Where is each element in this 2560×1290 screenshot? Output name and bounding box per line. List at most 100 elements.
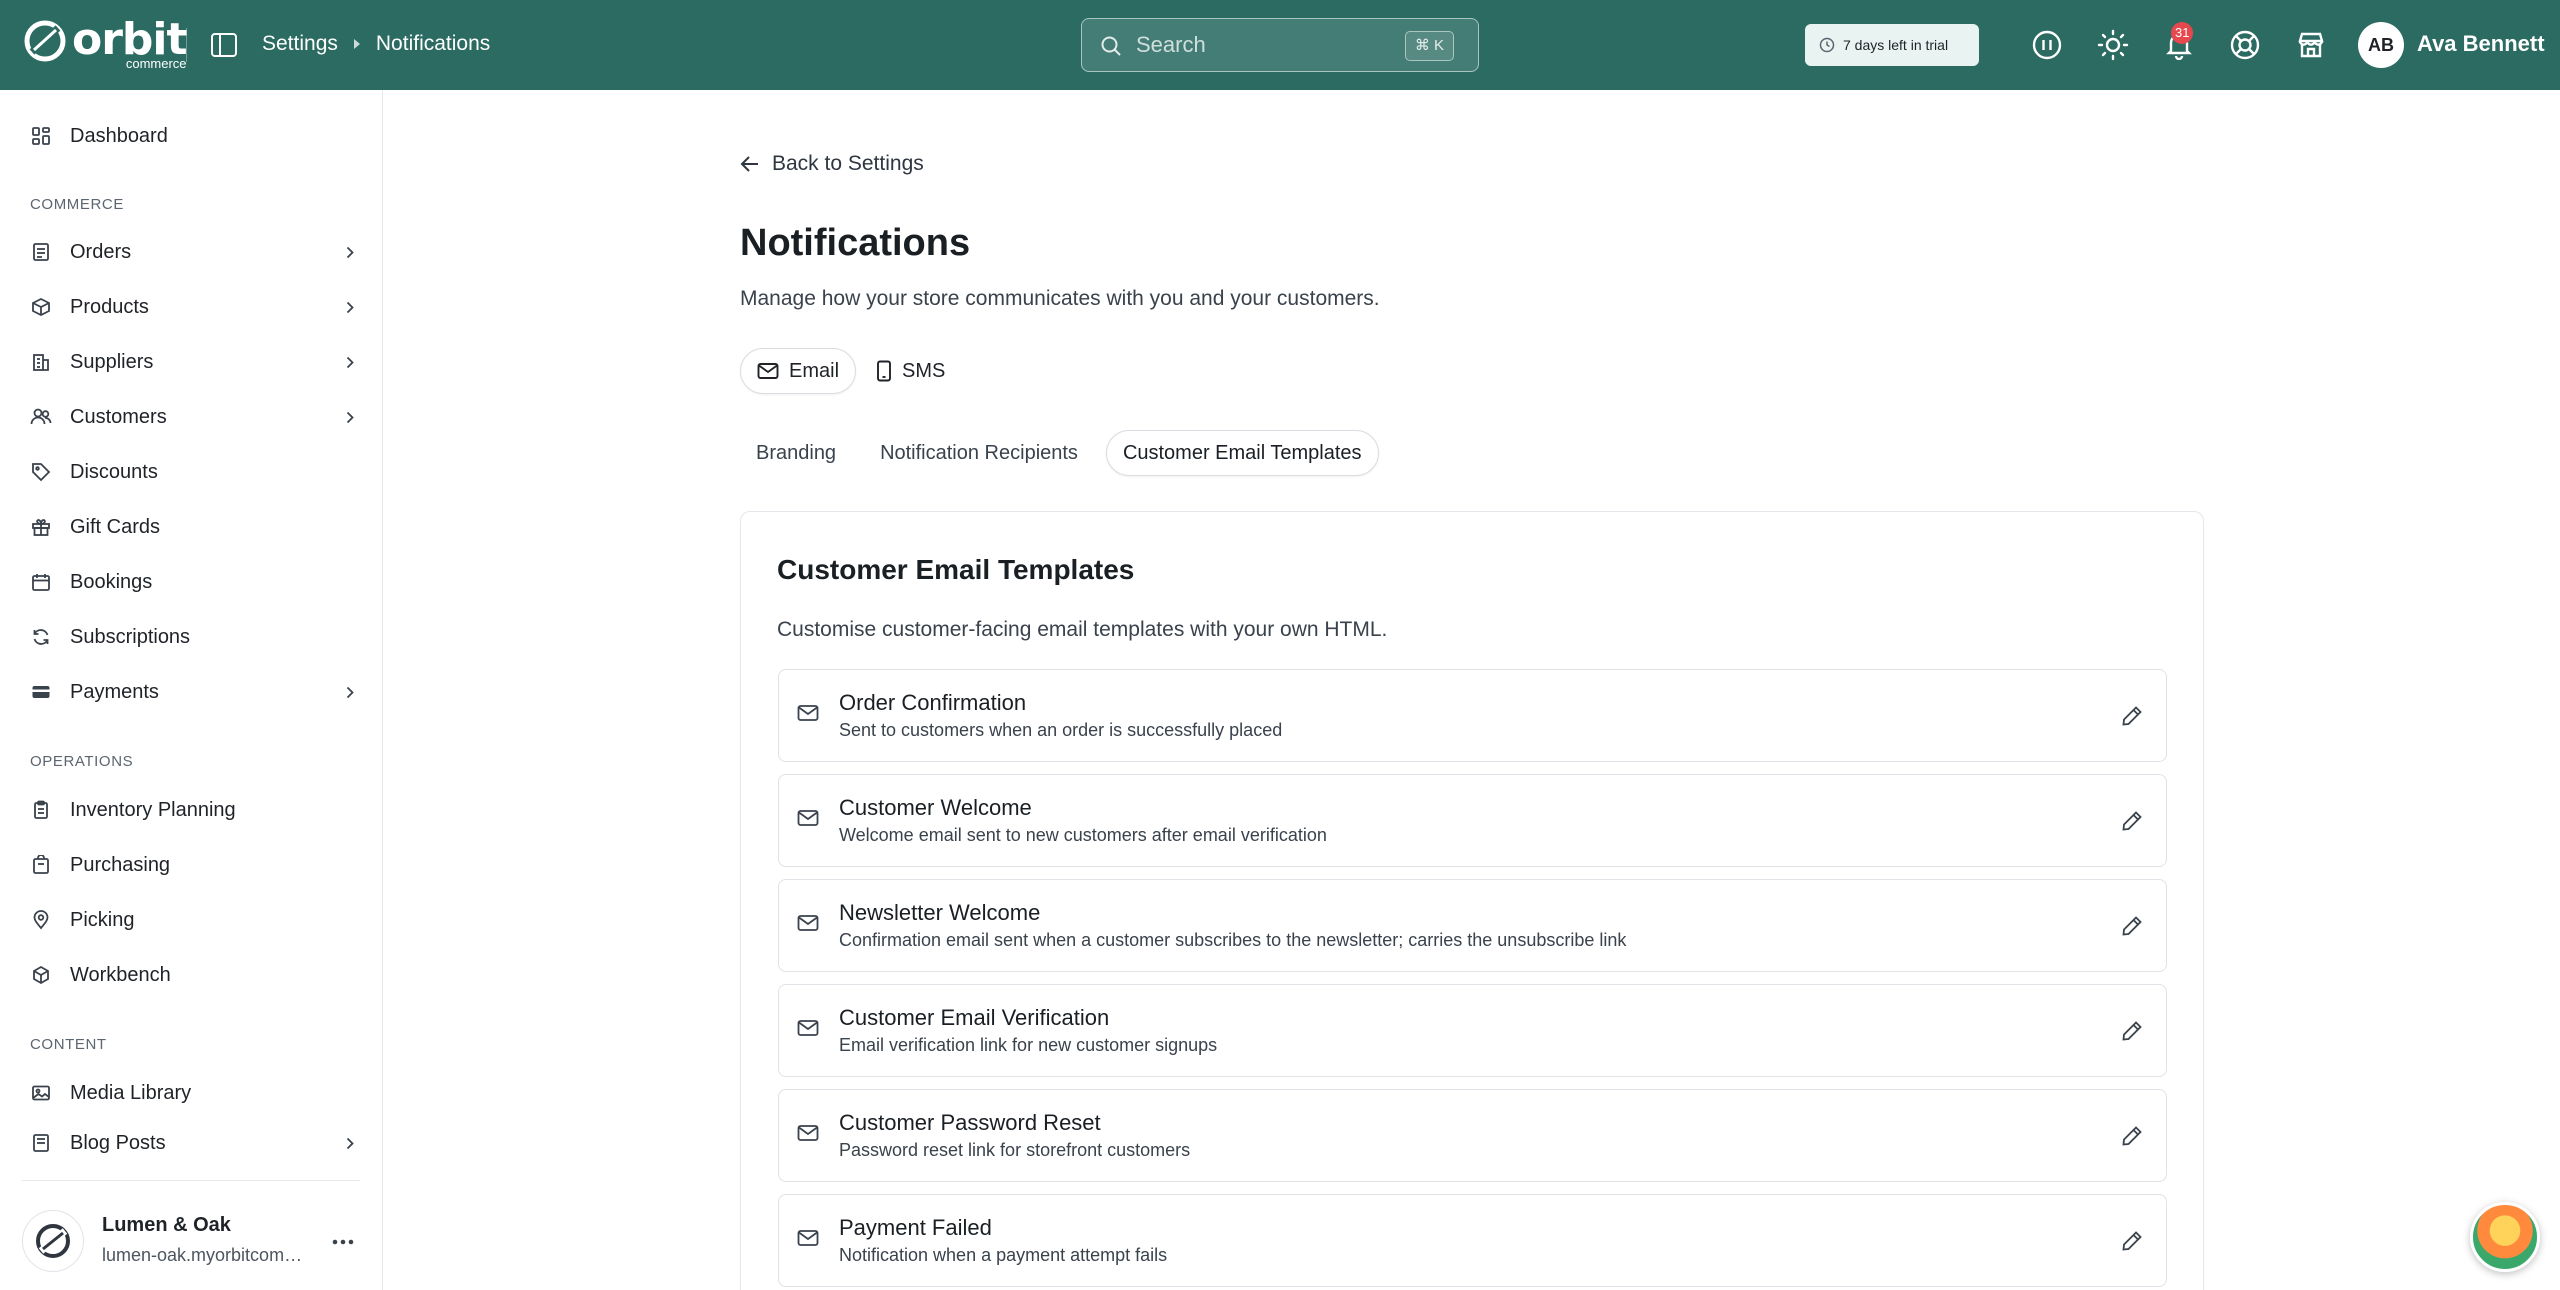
storefront-button[interactable] bbox=[2293, 27, 2329, 63]
sidebar-item-gift-cards[interactable]: Gift Cards bbox=[30, 507, 360, 547]
sidebar-item-label: Subscriptions bbox=[70, 625, 191, 648]
sidebar-toggle-button[interactable] bbox=[210, 31, 238, 59]
arrow-left-icon bbox=[740, 156, 758, 172]
pencil-icon bbox=[2122, 811, 2142, 831]
template-row-customer-welcome[interactable]: Customer Welcome Welcome email sent to n… bbox=[778, 774, 2167, 867]
chevron-right-icon bbox=[346, 1137, 354, 1150]
sidebar-item-label: Purchasing bbox=[70, 853, 171, 876]
sidebar-item-media-library[interactable]: Media Library bbox=[30, 1073, 360, 1113]
tab-sms[interactable]: SMS bbox=[860, 348, 961, 394]
pause-button[interactable] bbox=[2029, 27, 2065, 63]
store-switcher[interactable]: Lumen & Oak lumen-oak.myorbitcommerce.co… bbox=[22, 1205, 362, 1281]
store-logo-icon bbox=[36, 1224, 70, 1258]
sidebar-item-payments[interactable]: Payments bbox=[30, 672, 360, 712]
template-name: Order Confirmation bbox=[839, 690, 1027, 715]
template-name: Customer Password Reset bbox=[839, 1110, 1101, 1135]
card-icon bbox=[32, 686, 50, 698]
template-row-customer-email-verification[interactable]: Customer Email Verification Email verifi… bbox=[778, 984, 2167, 1077]
store-icon bbox=[2298, 32, 2324, 58]
sidebar-item-discounts[interactable]: Discounts bbox=[30, 452, 360, 492]
template-row-order-confirmation[interactable]: Order Confirmation Sent to customers whe… bbox=[778, 669, 2167, 762]
sidebar-item-suppliers[interactable]: Suppliers bbox=[30, 342, 360, 382]
trial-label: 7 days left in trial bbox=[1843, 37, 1949, 53]
trial-badge[interactable]: 7 days left in trial bbox=[1805, 24, 1979, 66]
store-menu-button[interactable] bbox=[328, 1227, 358, 1257]
sidebar-item-label: Blog Posts bbox=[70, 1131, 166, 1154]
image-icon bbox=[32, 1085, 50, 1101]
sidebar-item-bookings[interactable]: Bookings bbox=[30, 562, 360, 602]
page-subtitle: Manage how your store communicates with … bbox=[740, 287, 1380, 310]
sidebar-item-workbench[interactable]: Workbench bbox=[30, 955, 360, 995]
mail-icon bbox=[797, 1020, 819, 1036]
chevron-right-icon bbox=[346, 356, 354, 369]
sidebar-item-orders[interactable]: Orders bbox=[30, 232, 360, 272]
sidebar-item-products[interactable]: Products bbox=[30, 287, 360, 327]
mail-icon bbox=[757, 363, 779, 379]
mail-icon bbox=[797, 915, 819, 931]
sidebar-item-label: Gift Cards bbox=[70, 515, 161, 538]
refresh-icon bbox=[33, 629, 49, 645]
breadcrumb-settings[interactable]: Settings bbox=[262, 32, 338, 56]
back-to-settings-link[interactable]: Back to Settings bbox=[740, 152, 924, 176]
user-name[interactable]: Ava Bennett bbox=[2417, 31, 2545, 57]
sidebar-item-subscriptions[interactable]: Subscriptions bbox=[30, 617, 360, 657]
mail-icon bbox=[797, 705, 819, 721]
brand-logo[interactable]: orbit commerce bbox=[22, 18, 188, 71]
theme-toggle-button[interactable] bbox=[2095, 27, 2131, 63]
sidebar-item-dashboard[interactable]: Dashboard bbox=[30, 116, 360, 156]
template-row-customer-password-reset[interactable]: Customer Password Reset Password reset l… bbox=[778, 1089, 2167, 1182]
edit-template-button[interactable] bbox=[2116, 700, 2148, 732]
chevron-right-icon bbox=[346, 411, 354, 424]
tab-label: Email bbox=[789, 359, 840, 382]
user-avatar[interactable]: AB bbox=[2358, 22, 2404, 68]
template-name: Payment Failed bbox=[839, 1215, 992, 1240]
pencil-icon bbox=[2122, 706, 2142, 726]
store-name: Lumen & Oak bbox=[102, 1214, 231, 1236]
edit-template-button[interactable] bbox=[2116, 1015, 2148, 1047]
pause-icon bbox=[2032, 30, 2062, 60]
sidebar-item-label: Picking bbox=[70, 908, 135, 931]
template-description: Sent to customers when an order is succe… bbox=[839, 720, 1283, 740]
sidebar-item-label: Suppliers bbox=[70, 350, 154, 373]
sidebar-item-inventory-planning[interactable]: Inventory Planning bbox=[30, 790, 360, 830]
chevron-right-icon bbox=[346, 301, 354, 314]
template-description: Notification when a payment attempt fail… bbox=[839, 1245, 1168, 1265]
tab-label: SMS bbox=[902, 359, 946, 382]
chevron-right-icon bbox=[346, 246, 354, 259]
template-row-newsletter-welcome[interactable]: Newsletter Welcome Confirmation email se… bbox=[778, 879, 2167, 972]
cart-icon bbox=[33, 855, 49, 874]
section-content: CONTENT bbox=[30, 1036, 107, 1053]
edit-template-button[interactable] bbox=[2116, 805, 2148, 837]
search-input[interactable] bbox=[1136, 31, 1376, 59]
sidebar-item-label: Inventory Planning bbox=[70, 798, 236, 821]
support-chat-button[interactable] bbox=[2470, 1202, 2540, 1272]
section-commerce: COMMERCE bbox=[30, 196, 124, 213]
top-bar: orbit commerce Settings Notifications ⌘ … bbox=[0, 0, 2560, 90]
sidebar-item-blog-posts[interactable]: Blog Posts bbox=[30, 1128, 360, 1158]
sidebar-item-purchasing[interactable]: Purchasing bbox=[30, 845, 360, 885]
breadcrumb-notifications: Notifications bbox=[375, 32, 491, 55]
more-horizontal-icon bbox=[332, 1239, 354, 1245]
template-description: Welcome email sent to new customers afte… bbox=[839, 825, 1327, 845]
search-box[interactable]: ⌘ K bbox=[1081, 18, 1479, 72]
orbit-logo-icon bbox=[24, 20, 66, 62]
help-button[interactable] bbox=[2227, 27, 2263, 63]
store-url: lumen-oak.myorbitcommerce.com bbox=[102, 1245, 306, 1265]
sidebar-item-label: Customers bbox=[70, 405, 167, 428]
pencil-icon bbox=[2122, 1126, 2142, 1146]
sidebar-item-label: Workbench bbox=[70, 963, 171, 986]
edit-template-button[interactable] bbox=[2116, 1225, 2148, 1257]
template-row-payment-failed[interactable]: Payment Failed Notification when a payme… bbox=[778, 1194, 2167, 1287]
mail-icon bbox=[797, 1125, 819, 1141]
dashboard-icon bbox=[32, 127, 50, 145]
edit-template-button[interactable] bbox=[2116, 910, 2148, 942]
sidebar-item-picking[interactable]: Picking bbox=[30, 900, 360, 940]
sidebar-item-customers[interactable]: Customers bbox=[30, 397, 360, 437]
edit-template-button[interactable] bbox=[2116, 1120, 2148, 1152]
sidebar-toggle-icon bbox=[211, 33, 237, 57]
pencil-icon bbox=[2122, 916, 2142, 936]
tab-email[interactable]: Email bbox=[740, 348, 857, 394]
tab-customer-email-templates[interactable]: Customer Email Templates bbox=[1105, 430, 1379, 476]
tab-notification-recipients[interactable]: Notification Recipients bbox=[864, 430, 1094, 476]
tab-branding[interactable]: Branding bbox=[740, 430, 852, 476]
